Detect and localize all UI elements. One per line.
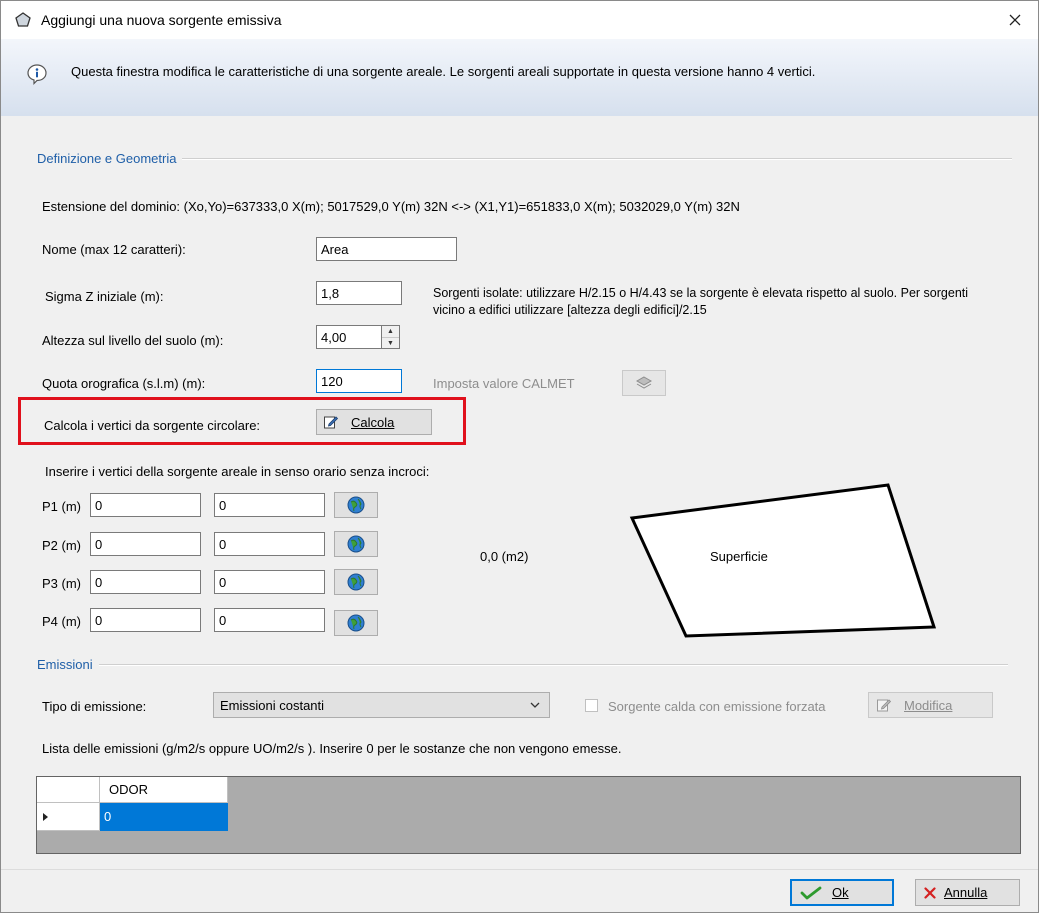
calcola-button[interactable]: Calcola: [316, 409, 432, 435]
sigma-hint-line2: vicino a edifici utilizzare [altezza deg…: [433, 303, 707, 317]
globe-icon: [347, 573, 365, 591]
vertex-p4-y-input[interactable]: [214, 608, 325, 632]
calcola-button-label: Calcola: [351, 414, 395, 430]
vertex-p4-x-input[interactable]: [90, 608, 201, 632]
footer-separator: [1, 869, 1038, 870]
close-icon: [1009, 14, 1021, 26]
height-label: Altezza sul livello del suolo (m):: [42, 333, 224, 348]
quota-input[interactable]: [316, 369, 402, 393]
ok-button[interactable]: Ok: [790, 879, 894, 906]
hot-source-label: Sorgente calda con emissione forzata: [608, 699, 826, 714]
height-spinner[interactable]: ▲ ▼: [382, 325, 400, 349]
sigma-label: Sigma Z iniziale (m):: [45, 289, 164, 304]
name-input[interactable]: [316, 237, 457, 261]
window-title: Aggiungi una nuova sorgente emissiva: [41, 12, 282, 28]
vertex-p2-x-input[interactable]: [90, 532, 201, 556]
layers-icon: [635, 376, 653, 389]
vertex-p2-y-input[interactable]: [214, 532, 325, 556]
emission-grid[interactable]: ODOR 0: [36, 776, 1021, 854]
vertex-p2-globe-button[interactable]: [334, 531, 378, 557]
vertex-p3-globe-button[interactable]: [334, 569, 378, 595]
vertex-label-p2: P2 (m): [42, 538, 81, 553]
grid-column-header[interactable]: ODOR: [100, 777, 228, 803]
quota-label: Quota orografica (s.l.m) (m):: [42, 376, 206, 391]
sigma-input[interactable]: [316, 281, 402, 305]
surface-label: Superficie: [710, 549, 768, 564]
row-pointer-icon: [43, 813, 48, 821]
vertex-label-p4: P4 (m): [42, 614, 81, 629]
grid-corner: [37, 777, 100, 803]
area-value: 0,0 (m2): [480, 549, 529, 564]
ok-button-label: Ok: [832, 885, 849, 900]
vertex-p1-y-input[interactable]: [214, 493, 325, 517]
checkmark-icon: [800, 886, 822, 899]
edit-icon: [324, 416, 339, 429]
app-pentagon-icon: [15, 12, 31, 27]
vertices-instruction: Inserire i vertici della sorgente areale…: [45, 464, 430, 479]
modifica-button-label: Modifica: [904, 697, 953, 713]
name-label: Nome (max 12 caratteri):: [42, 242, 186, 257]
height-input[interactable]: [316, 325, 382, 349]
vertex-label-p1: P1 (m): [42, 499, 81, 514]
emissions-section-divider: [37, 664, 1008, 666]
vertex-p1-globe-button[interactable]: [334, 492, 378, 518]
emission-type-select[interactable]: Emissioni costanti: [213, 692, 550, 718]
info-text: Questa finestra modifica le caratteristi…: [71, 64, 816, 79]
grid-row-header[interactable]: [37, 803, 100, 831]
emission-type-label: Tipo di emissione:: [42, 699, 147, 714]
cancel-button-label: Annulla: [944, 885, 988, 900]
title-bar: Aggiungi una nuova sorgente emissiva: [1, 1, 1038, 39]
hot-source-checkbox[interactable]: [585, 699, 598, 712]
close-button[interactable]: [992, 1, 1038, 39]
globe-icon: [347, 496, 365, 514]
vertex-p3-y-input[interactable]: [214, 570, 325, 594]
grid-cell-odor[interactable]: 0: [100, 803, 228, 831]
emission-type-value: Emissioni costanti: [220, 698, 325, 713]
domain-extent-text: Estensione del dominio: (Xo,Yo)=637333,0…: [42, 199, 740, 214]
circle-label: Calcola i vertici da sorgente circolare:: [44, 418, 261, 433]
calmet-button[interactable]: [622, 370, 666, 396]
chevron-down-icon: [530, 702, 540, 708]
vertex-label-p3: P3 (m): [42, 576, 81, 591]
close-icon: [924, 886, 936, 899]
surface-preview: [629, 483, 937, 638]
globe-icon: [347, 535, 365, 553]
vertex-p4-globe-button[interactable]: [334, 610, 378, 636]
cancel-button[interactable]: Annulla: [915, 879, 1020, 906]
vertex-p3-x-input[interactable]: [90, 570, 201, 594]
geometry-section-divider: [37, 158, 1012, 160]
geometry-section-title: Definizione e Geometria: [37, 151, 183, 166]
sigma-hint-line1: Sorgenti isolate: utilizzare H/2.15 o H/…: [433, 286, 969, 300]
emission-list-label: Lista delle emissioni (g/m2/s oppure UO/…: [42, 741, 622, 756]
info-icon: [27, 64, 47, 85]
dialog-window: Aggiungi una nuova sorgente emissiva Que…: [0, 0, 1039, 913]
globe-icon: [347, 614, 365, 632]
emissions-section-title: Emissioni: [37, 657, 99, 672]
spin-up-icon[interactable]: ▲: [382, 326, 399, 338]
vertex-p1-x-input[interactable]: [90, 493, 201, 517]
info-banner: Questa finestra modifica le caratteristi…: [1, 39, 1038, 116]
edit-icon: [877, 699, 892, 712]
spin-down-icon[interactable]: ▼: [382, 338, 399, 349]
calmet-label: Imposta valore CALMET: [433, 376, 575, 391]
modifica-button[interactable]: Modifica: [868, 692, 993, 718]
